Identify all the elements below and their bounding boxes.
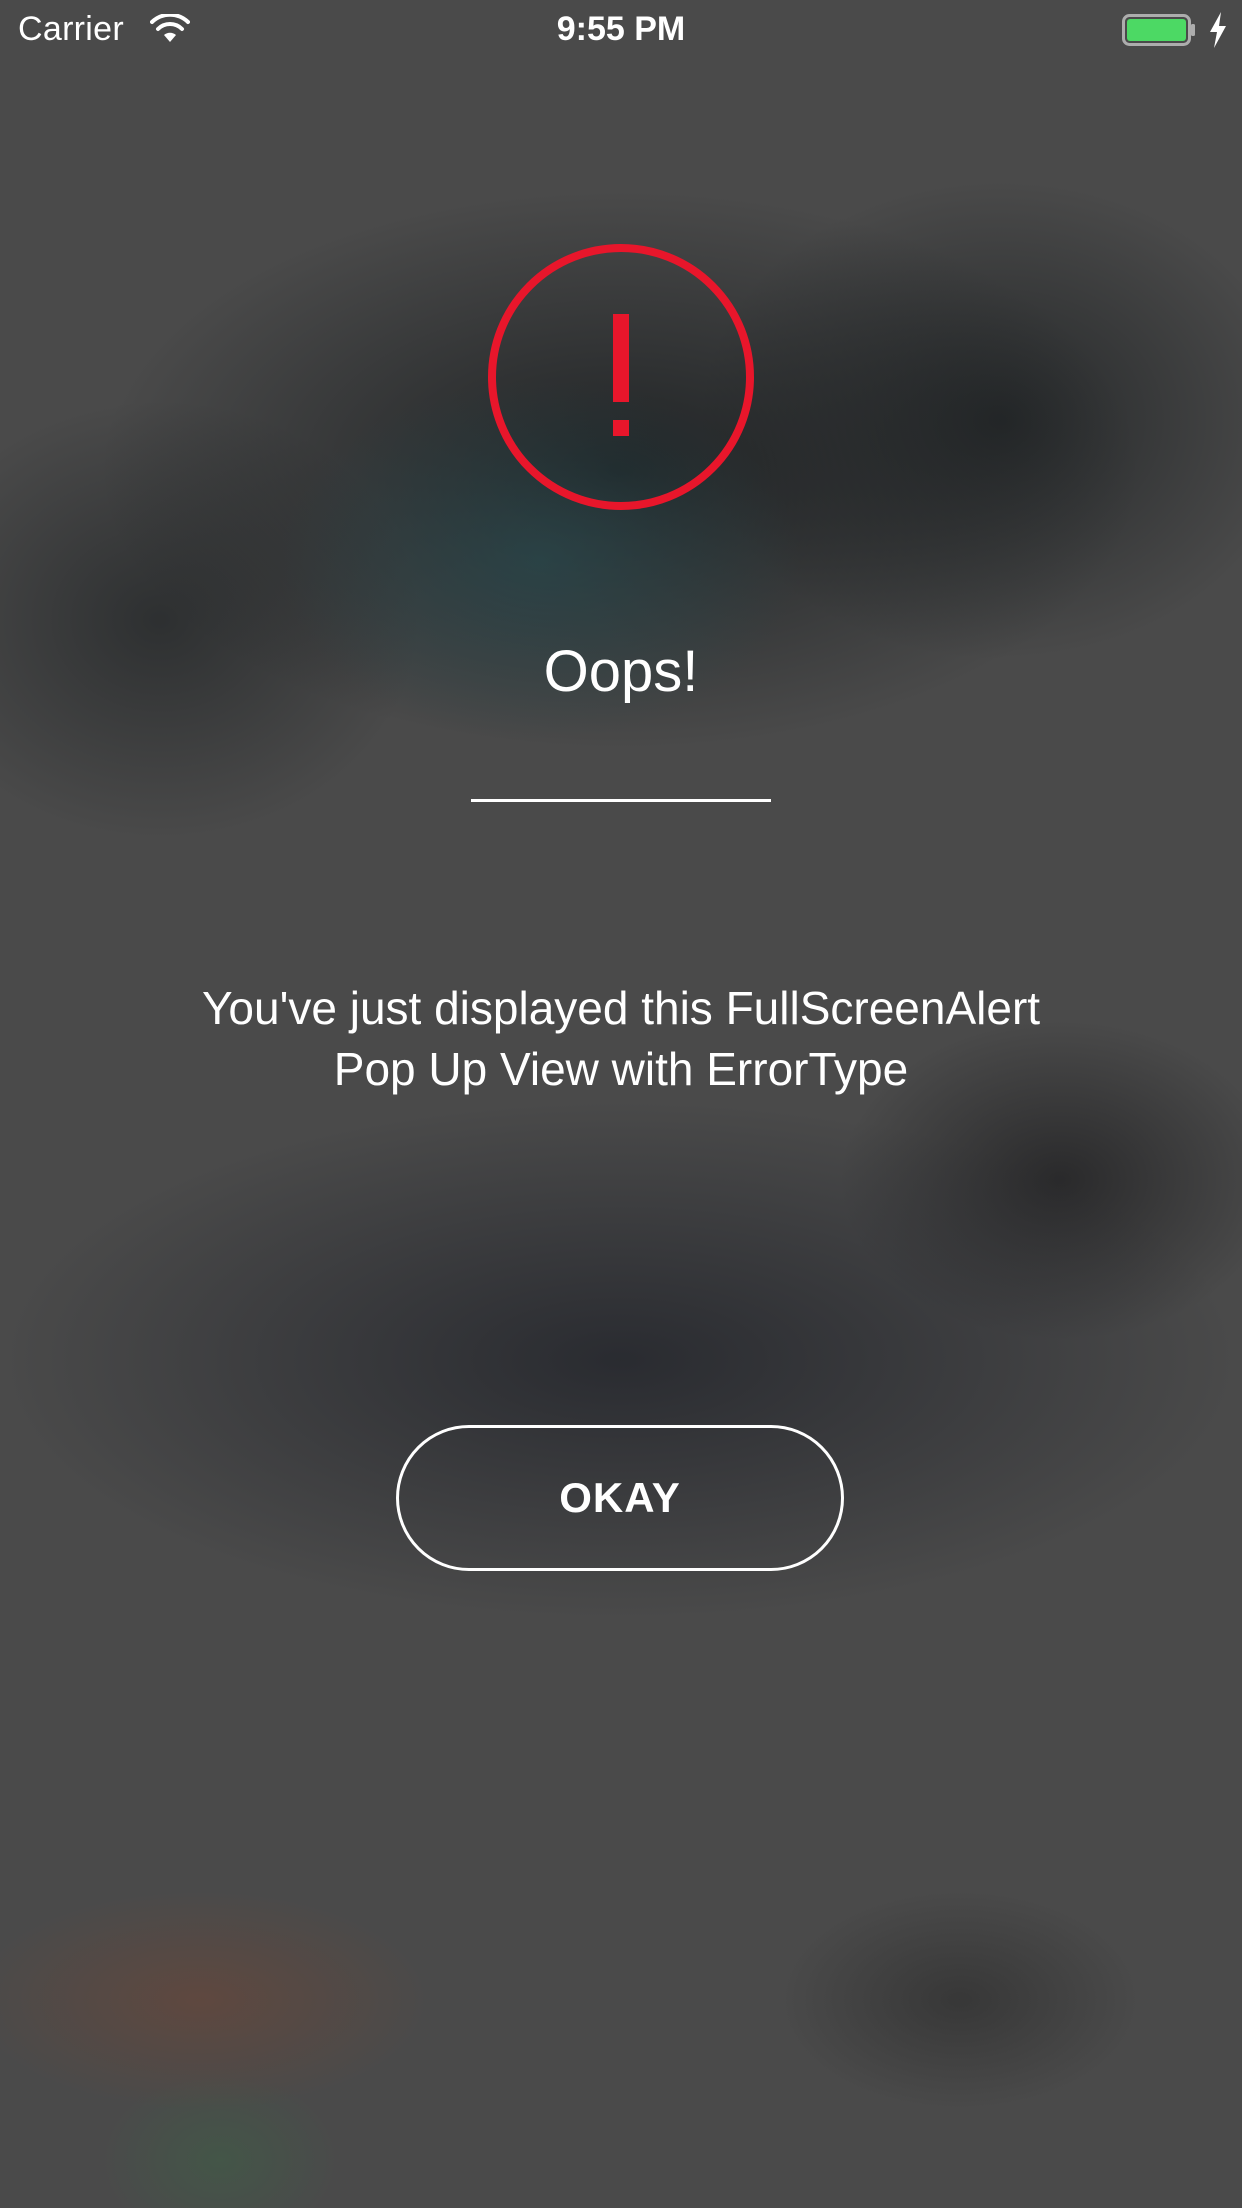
alert-message: You've just displayed this FullScreenAle… <box>201 982 1041 1095</box>
title-divider <box>471 799 771 802</box>
status-bar: Carrier 9:55 PM <box>0 0 1242 60</box>
charging-bolt-icon <box>1210 12 1226 48</box>
battery-icon <box>1122 14 1195 46</box>
status-time: 9:55 PM <box>556 10 686 48</box>
alert-title: Oops! <box>543 639 699 704</box>
exclamation-circle-icon <box>488 244 754 510</box>
okay-button[interactable]: OKAY <box>396 1425 844 1571</box>
battery-fill <box>1127 19 1186 41</box>
